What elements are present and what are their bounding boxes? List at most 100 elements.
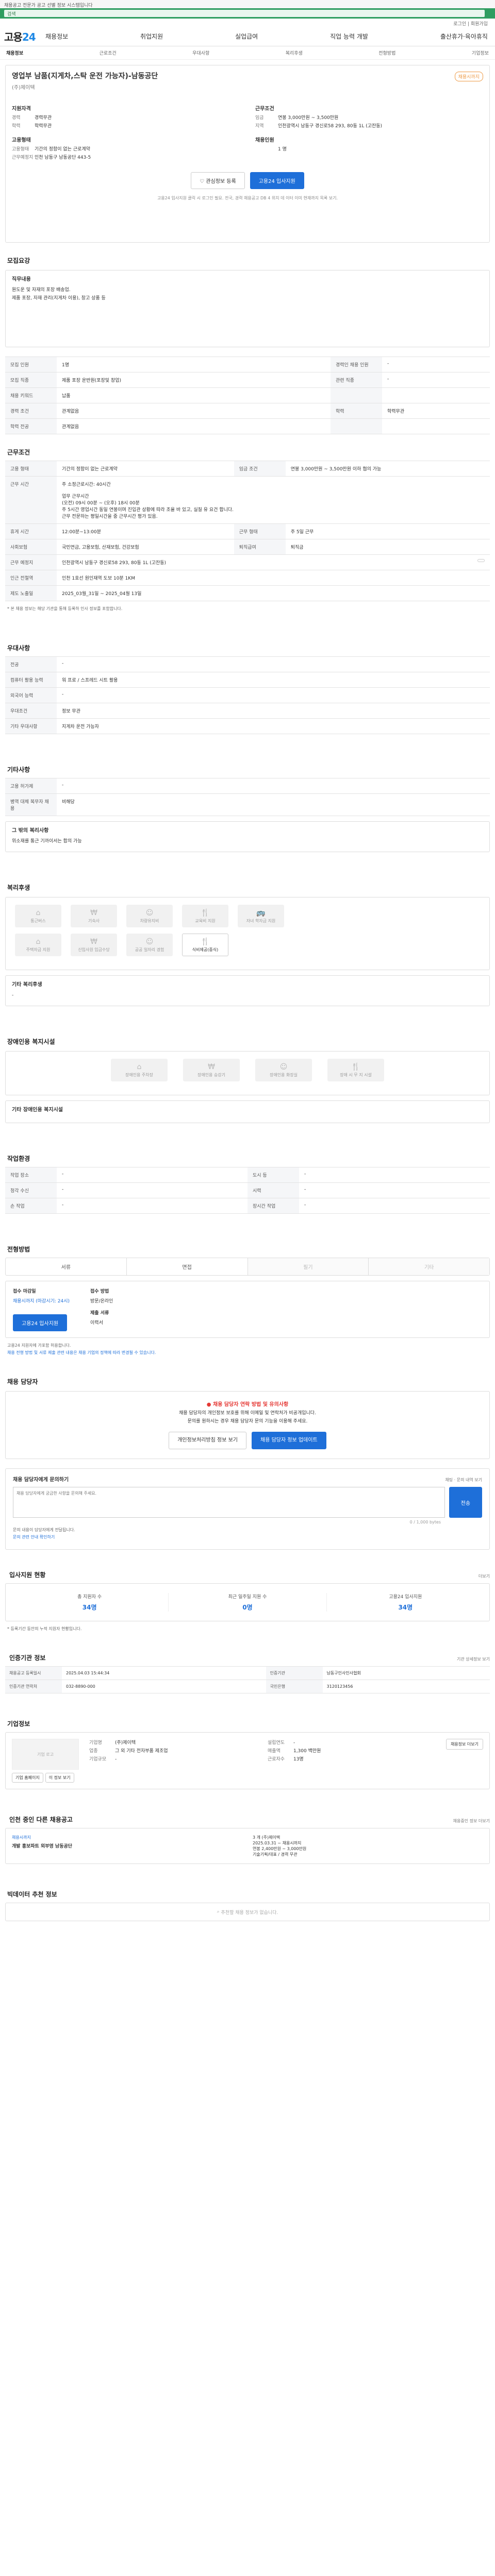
summary-kv-value: 인천 남동구 남동공단 443-5 (35, 155, 91, 160)
recruit-title: 모집요강 (7, 257, 30, 264)
subnav-item[interactable]: 근로조건 (100, 49, 117, 56)
apply-button[interactable]: 고용24 입사지원 (250, 172, 304, 189)
env-key: 작업 장소 (5, 1167, 57, 1183)
info-key: 인증기관 연락처 (5, 1680, 62, 1693)
search-icon: ⌕ (217, 1909, 221, 1914)
inquiry-note-2[interactable]: 문의 관련 안내 확인하기 (13, 1534, 482, 1541)
corp-info-button[interactable]: 이 정보 보기 (45, 1773, 74, 1783)
privacy-button[interactable]: 개인정보처리방침 정보 보기 (169, 1432, 246, 1449)
recruit-value: 관계없음 (57, 403, 331, 419)
benefit-icon: ⌂ (36, 908, 41, 917)
manager-line-1: 채용 담당자의 개인정보 보호를 위해 이메일 및 연락처가 비공개입니다. (179, 1411, 316, 1416)
save-interest-button[interactable]: ♡ 관심정보 등록 (191, 172, 245, 189)
pref-row: 우대조건 정보 무관 (5, 703, 490, 719)
pref-key: 전공 (5, 656, 57, 672)
env-value: - (299, 1167, 490, 1183)
subnav-item[interactable]: 기업정보 (472, 49, 489, 56)
inquiry-send-button[interactable]: 전송 (449, 1487, 482, 1518)
benefit-icon: ☺ (145, 937, 154, 946)
benefit-icon: ₩ (90, 937, 97, 946)
gnb-menu-item[interactable]: 실업급여 (235, 32, 258, 41)
corp-jobs-button[interactable]: 채용정보 더보기 (446, 1739, 483, 1750)
info-key: 국민은행 (266, 1680, 323, 1693)
subnav-item[interactable]: 전형방법 (378, 49, 395, 56)
etc-key: 고용 허가제 (5, 778, 57, 794)
process-tab[interactable]: 서류 (6, 1258, 127, 1275)
inquiry-history-link[interactable]: 채팅 · 문의 내역 보기 (445, 1477, 482, 1483)
other-more-link[interactable]: 채용중인 정보 더보기 (453, 1818, 490, 1824)
apply-button-2[interactable]: 고용24 입사지원 (13, 1314, 68, 1331)
search-bar[interactable]: 검색 (0, 8, 495, 19)
recruit-key (330, 387, 382, 403)
corp-row: 근로자수 13명 (268, 1755, 436, 1764)
info-detail-link[interactable]: 기관 상세정보 보기 (457, 1656, 490, 1662)
manager-update-button[interactable]: 채용 담당자 정보 업데이트 (252, 1432, 326, 1449)
benefit-icon-tile: ⌂ 통근버스 (15, 905, 61, 927)
summary-kv-value: 학력무관 (35, 124, 52, 129)
corp-value: 1,300 백만원 (293, 1749, 321, 1754)
map-button[interactable] (477, 559, 485, 562)
login-links[interactable]: 로그인 | 회원가입 (0, 19, 495, 27)
benefit-label: 장애인용 주차장 (125, 1072, 154, 1077)
search-input[interactable]: 검색 (4, 10, 485, 17)
condition-table: 고용 형태 기간의 정함이 없는 근로계약 임금 조건 연봉 3,000만원 ~ 3,… (5, 461, 490, 601)
benefit-label: 식비제공(중식) (192, 947, 219, 952)
recruit-value: - (382, 372, 490, 388)
benefit-icon: ⌂ (36, 937, 41, 946)
other-job-card[interactable]: 채용시까지 개발 홍보파트 외부영 남동공단 3 개 (주)제이텍 2025.03… (5, 1828, 490, 1864)
company-name[interactable]: (주)제이텍 (12, 83, 483, 91)
recruit-value: 관계없음 (57, 418, 331, 434)
condition-row: 휴게 시간 12:00분~13:00분 근무 형태 주 5일 근무 (5, 523, 490, 539)
welfare-other-label: 기타 복리후생 (12, 982, 42, 988)
benefit-label: 통근버스 (30, 918, 46, 923)
gnb-menu-item[interactable]: 직업 능력 개발 (330, 32, 368, 41)
condition-row: 제도 노출일 2025_03월_31일 ~ 2025_04월 13일 (5, 585, 490, 601)
process-tabs: 서류 면접 필기 기타 (5, 1258, 490, 1276)
job-desc-label: 직무내용 (12, 277, 31, 282)
benefit-label: 차량유지비 (140, 918, 159, 923)
condition-value: 연봉 3,000만원 ~ 3,500만원 이하 협의 가능 (285, 461, 490, 477)
doc-value: 이력서 (90, 1320, 103, 1326)
process-tab[interactable]: 필기 (248, 1258, 369, 1275)
other-job-deadline: 채용시까지 (12, 1835, 31, 1840)
welfare-other: 기타 복리후생 - (5, 975, 490, 1006)
corp-key: 기업규모 (89, 1757, 107, 1762)
recruit-value: - (382, 357, 490, 372)
info-value: 3120123456 (322, 1680, 490, 1693)
welfare-icons: ⌂ 통근버스 ₩ 기숙사 ☺ 차량유지비 🍴 교육비 지원 🚌 자녀 학자금 지원 ⌂ 주택자금 지… (5, 897, 490, 970)
stats-more-link[interactable]: 더보기 (478, 1573, 490, 1579)
condition-value: 인천 1호선 원인재역 도보 10분 1KM (57, 570, 490, 586)
stat-item: 고용24 입사지원 34명 (327, 1593, 484, 1612)
summary-kv-row: 임금 연봉 3,000만원 ~ 3,500만원 (255, 114, 483, 122)
subnav-item[interactable]: 복리후생 (286, 49, 303, 56)
process-bullet-2: 채용 전형 방법 및 서류 제출 관련 내용은 채용 기업의 정책에 따라 변경… (7, 1350, 156, 1355)
env-table: 작업 장소 - 도시 등 - 청각 수신 - 시력 - 손 작업 - 장시간 작업 - (5, 1167, 490, 1214)
benefit-icon: ☺ (279, 1062, 288, 1071)
summary-kv-key (255, 145, 278, 154)
manager-warning-text: 채용 담당자 연락 방법 및 유의사항 (213, 1402, 289, 1408)
recruit-key (330, 418, 382, 434)
subnav-item[interactable]: 채용정보 (6, 49, 23, 56)
method-label: 접수 방법 (90, 1289, 109, 1294)
benefit-icon-tile: ☺ 장애인용 화장실 (255, 1059, 312, 1081)
condition-value: 국민연금, 고용보험, 산재보험, 건강보험 (57, 539, 234, 555)
inquiry-textarea[interactable] (13, 1487, 445, 1518)
manager-line-2: 문의를 원하시는 경우 채용 담당자 문의 기능을 이용해 주세요. (187, 1419, 308, 1424)
process-tab[interactable]: 기타 (369, 1258, 489, 1275)
summary-kv-value: 1 명 (278, 147, 287, 152)
condition-value: 주 5일 근무 (285, 523, 490, 539)
corp-value: - (115, 1757, 117, 1762)
logo[interactable]: 고용24 (4, 29, 45, 44)
benefit-icon: ⌂ (137, 1062, 142, 1071)
process-tab[interactable]: 면접 (127, 1258, 248, 1275)
gnb-menu-item[interactable]: 채용정보 (45, 32, 68, 41)
gnb-menu-item[interactable]: 출산휴가·육아휴직 (440, 32, 488, 41)
gnb-menu-item[interactable]: 취업지원 (140, 32, 163, 41)
condition-row: 근무 예정지 인천광역시 남동구 경신로58 293, 80동 1L (고잔동) (5, 554, 490, 570)
condition-key: 근무 시간 (5, 476, 57, 524)
stats-note: * 등록기간 동안의 누적 지원자 현황입니다. (7, 1626, 82, 1631)
env-value: - (57, 1198, 248, 1214)
corp-homepage-button[interactable]: 기업 홈페이지 (12, 1773, 43, 1783)
recruit-key: 학력 전공 (5, 418, 57, 434)
subnav-item[interactable]: 우대사항 (192, 49, 209, 56)
